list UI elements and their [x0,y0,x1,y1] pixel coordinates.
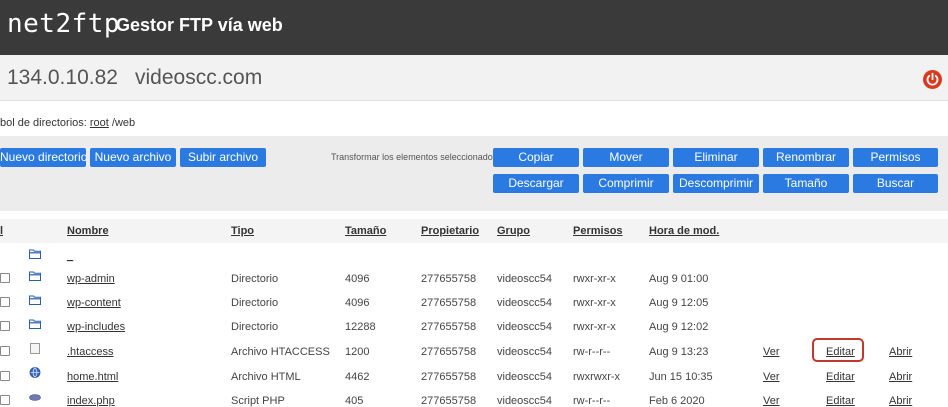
breadcrumb: bol de directorios: root /web [0,117,135,129]
view-link[interactable]: Ver [763,395,780,407]
delete-button[interactable]: Eliminar [673,148,759,167]
app-logo[interactable]: net2ftp [7,9,120,39]
file-mtime: Feb 6 2020 [649,395,705,407]
file-name-link[interactable]: wp-includes [67,321,125,333]
file-permissions: rwxr-xr-x [573,297,616,309]
file-permissions: rwxr-xr-x [573,321,616,333]
file-name-link[interactable]: wp-admin [67,273,115,285]
edit-link[interactable]: Editar [826,371,855,383]
permissions-button[interactable]: Permisos [853,148,938,167]
folder-icon [29,271,41,281]
compress-button[interactable]: Comprimir [583,174,669,193]
new-directory-button[interactable]: Nuevo directorio [0,148,86,167]
file-mtime: Aug 9 12:02 [649,321,709,333]
file-group: videoscc54 [497,371,553,383]
row-checkbox[interactable] [0,371,10,381]
file-mtime: Jun 15 10:35 [649,371,713,383]
column-header-group[interactable]: Grupo [497,225,530,237]
app-tagline: Gestor FTP vía web [116,15,283,35]
column-header-mtime[interactable]: Hora de mod. [649,225,719,237]
view-link[interactable]: Ver [763,346,780,358]
file-name-link[interactable]: .htaccess [67,346,113,358]
file-owner: 277655758 [421,371,477,383]
file-group: videoscc54 [497,297,553,309]
file-permissions: rw-r--r-- [573,395,611,407]
edit-highlight-box [812,338,864,362]
breadcrumb-path: /web [111,117,136,129]
php-icon [29,394,41,401]
app-header: net2ftp Gestor FTP vía web [0,0,948,55]
file-size: 1200 [345,346,370,358]
folder-icon [29,319,41,329]
column-header-size[interactable]: Tamaño [345,225,386,237]
row-checkbox[interactable] [0,395,10,405]
file-group: videoscc54 [497,395,553,407]
select-all-toggle[interactable]: l [0,225,3,237]
file-type: Directorio [231,297,279,309]
file-type: Archivo HTACCESS [231,346,330,358]
move-button[interactable]: Mover [583,148,669,167]
file-owner: 277655758 [421,395,477,407]
power-icon[interactable] [923,70,942,89]
file-group: videoscc54 [497,346,553,358]
file-name-link[interactable]: home.html [67,371,118,383]
column-header-owner[interactable]: Propietario [421,225,479,237]
file-name-link[interactable]: wp-content [67,297,121,309]
file-size: 405 [345,395,364,407]
file-type: Directorio [231,321,279,333]
parent-directory-link[interactable]: _ [67,250,73,262]
file-group: videoscc54 [497,321,553,333]
file-owner: 277655758 [421,346,477,358]
view-link[interactable]: Ver [763,371,780,383]
decompress-button[interactable]: Descomprimir [673,174,759,193]
file-mtime: Aug 9 01:00 [649,273,709,285]
file-type: Archivo HTML [231,371,301,383]
row-checkbox[interactable] [0,297,10,307]
new-file-button[interactable]: Nuevo archivo [90,148,176,167]
open-link[interactable]: Abrir [889,371,912,383]
file-permissions: rwxr-xr-x [573,273,616,285]
file-owner: 277655758 [421,273,477,285]
rename-button[interactable]: Renombrar [763,148,849,167]
download-button[interactable]: Descargar [493,174,579,193]
file-permissions: rw-r--r-- [573,346,611,358]
file-owner: 277655758 [421,297,477,309]
row-checkbox[interactable] [0,273,10,283]
column-header-type[interactable]: Tipo [231,225,254,237]
file-size: 4462 [345,371,370,383]
file-size: 12288 [345,321,376,333]
file-mtime: Aug 9 13:23 [649,346,709,358]
globe-icon [29,367,41,378]
file-owner: 277655758 [421,321,477,333]
file-group: videoscc54 [497,273,553,285]
server-bar: 134.0.10.82 videoscc.com [0,55,948,101]
file-permissions: rwxrwxr-x [573,371,621,383]
row-checkbox[interactable] [0,321,10,331]
breadcrumb-prefix: bol de directorios: [0,117,87,129]
file-name-link[interactable]: index.php [67,395,115,407]
column-header-name[interactable]: Nombre [67,225,109,237]
file-icon [30,343,40,354]
search-button[interactable]: Buscar [853,174,938,193]
folder-icon [29,295,41,305]
open-link[interactable]: Abrir [889,395,912,407]
file-type: Script PHP [231,395,285,407]
size-button[interactable]: Tamaño [763,174,849,193]
file-mtime: Aug 9 12:05 [649,297,709,309]
folder-icon [29,249,41,259]
transform-label: Transformar los elementos seleccionados: [331,152,500,162]
upload-file-button[interactable]: Subir archivo [180,148,266,167]
breadcrumb-root-link[interactable]: root [90,117,109,129]
column-header-permissions[interactable]: Permisos [573,225,623,237]
server-host: videoscc.com [135,66,263,89]
server-ip: 134.0.10.82 [7,66,118,89]
file-size: 4096 [345,273,370,285]
row-checkbox[interactable] [0,346,10,356]
copy-button[interactable]: Copiar [493,148,579,167]
file-size: 4096 [345,297,370,309]
file-type: Directorio [231,273,279,285]
edit-link[interactable]: Editar [826,395,855,407]
open-link[interactable]: Abrir [889,346,912,358]
